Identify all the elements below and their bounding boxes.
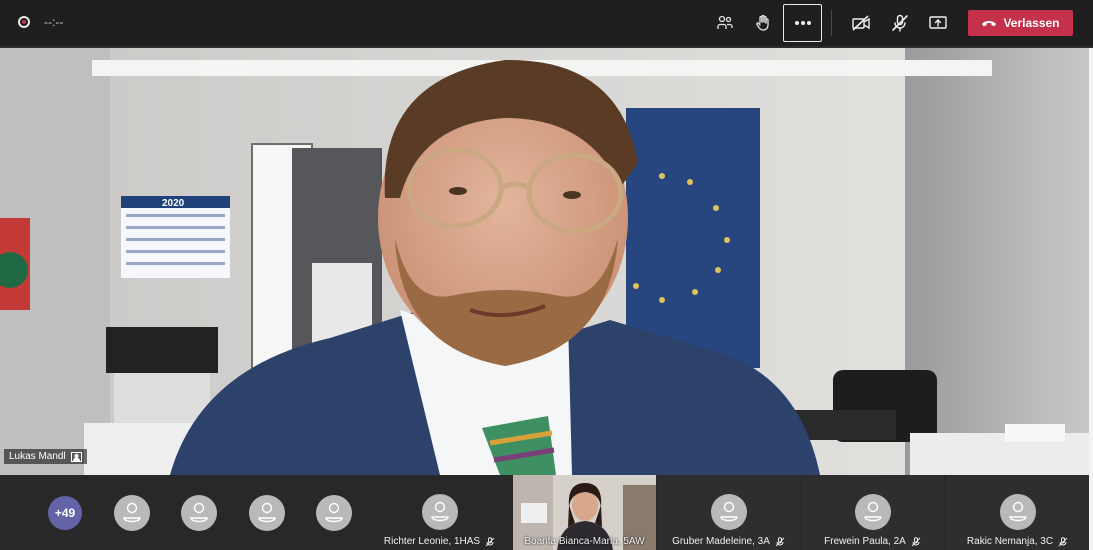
main-video-feed: 2020 (0, 48, 1089, 475)
participant-avatar (855, 494, 891, 530)
calendar-year: 2020 (162, 198, 185, 209)
leave-meeting-button[interactable]: Verlassen (968, 10, 1073, 36)
person-icon (325, 502, 343, 523)
participant-tile[interactable]: Richter Leonie, 1HAS (368, 475, 511, 550)
participant-avatar (1000, 494, 1036, 530)
participant-name: Boanta Bianca-Maria, 5AW (524, 536, 645, 547)
participant-name: Frewein Paula, 2A (824, 536, 906, 547)
share-screen-icon (929, 16, 947, 29)
person-icon (720, 501, 738, 522)
speaker-name-tag: Lukas Mandl (4, 449, 87, 464)
speaker-video-frame: 2020 (0, 48, 1089, 475)
mic-toggle-button[interactable] (882, 5, 918, 41)
participant-name: Gruber Madeleine, 3A (672, 536, 770, 547)
window-scrollbar[interactable] (1089, 48, 1093, 550)
participant-avatar[interactable] (316, 495, 352, 531)
raise-hand-button[interactable] (745, 5, 781, 41)
toolbar-divider (831, 10, 832, 36)
participant-avatar[interactable] (181, 495, 217, 531)
participant-avatar (422, 494, 458, 530)
raise-hand-icon (756, 14, 769, 31)
participant-avatar[interactable] (249, 495, 285, 531)
meeting-timer: --:-- (44, 15, 64, 29)
hang-up-icon (982, 21, 997, 27)
share-screen-button[interactable] (920, 5, 956, 41)
leave-button-label: Verlassen (1003, 16, 1060, 30)
recording-icon (18, 16, 30, 28)
participant-name: Richter Leonie, 1HAS (383, 536, 481, 547)
participant-avatar (711, 494, 747, 530)
mic-off-icon (485, 536, 495, 546)
participant-avatar[interactable] (114, 495, 150, 531)
show-participants-button[interactable] (707, 5, 743, 41)
more-options-button[interactable] (783, 4, 822, 42)
more-participants-badge[interactable]: +49 (48, 496, 82, 530)
more-options-icon (794, 21, 811, 25)
person-icon (1009, 501, 1027, 522)
participant-tile[interactable]: Gruber Madeleine, 3A (657, 475, 800, 550)
participant-tile[interactable]: Frewein Paula, 2A (801, 475, 944, 550)
participant-tile[interactable]: Rakic Nemanja, 3C (946, 475, 1089, 550)
person-icon (431, 501, 449, 522)
person-icon (864, 501, 882, 522)
person-icon (123, 502, 141, 523)
mic-off-icon (892, 14, 908, 32)
mic-off-icon (775, 536, 785, 546)
person-icon (190, 502, 208, 523)
participant-video-tile[interactable]: Boanta Bianca-Maria, 5AW (513, 475, 656, 550)
speaker-name: Lukas Mandl (9, 451, 66, 462)
person-icon (258, 502, 276, 523)
camera-off-icon (852, 15, 870, 31)
participants-icon (717, 15, 733, 29)
mic-off-icon (1058, 536, 1068, 546)
meeting-toolbar: --:-- Verlassen (0, 0, 1093, 46)
mic-off-icon (911, 536, 921, 546)
participant-name: Rakic Nemanja, 3C (966, 536, 1054, 547)
camera-toggle-button[interactable] (843, 5, 879, 41)
presenter-icon (70, 451, 82, 462)
